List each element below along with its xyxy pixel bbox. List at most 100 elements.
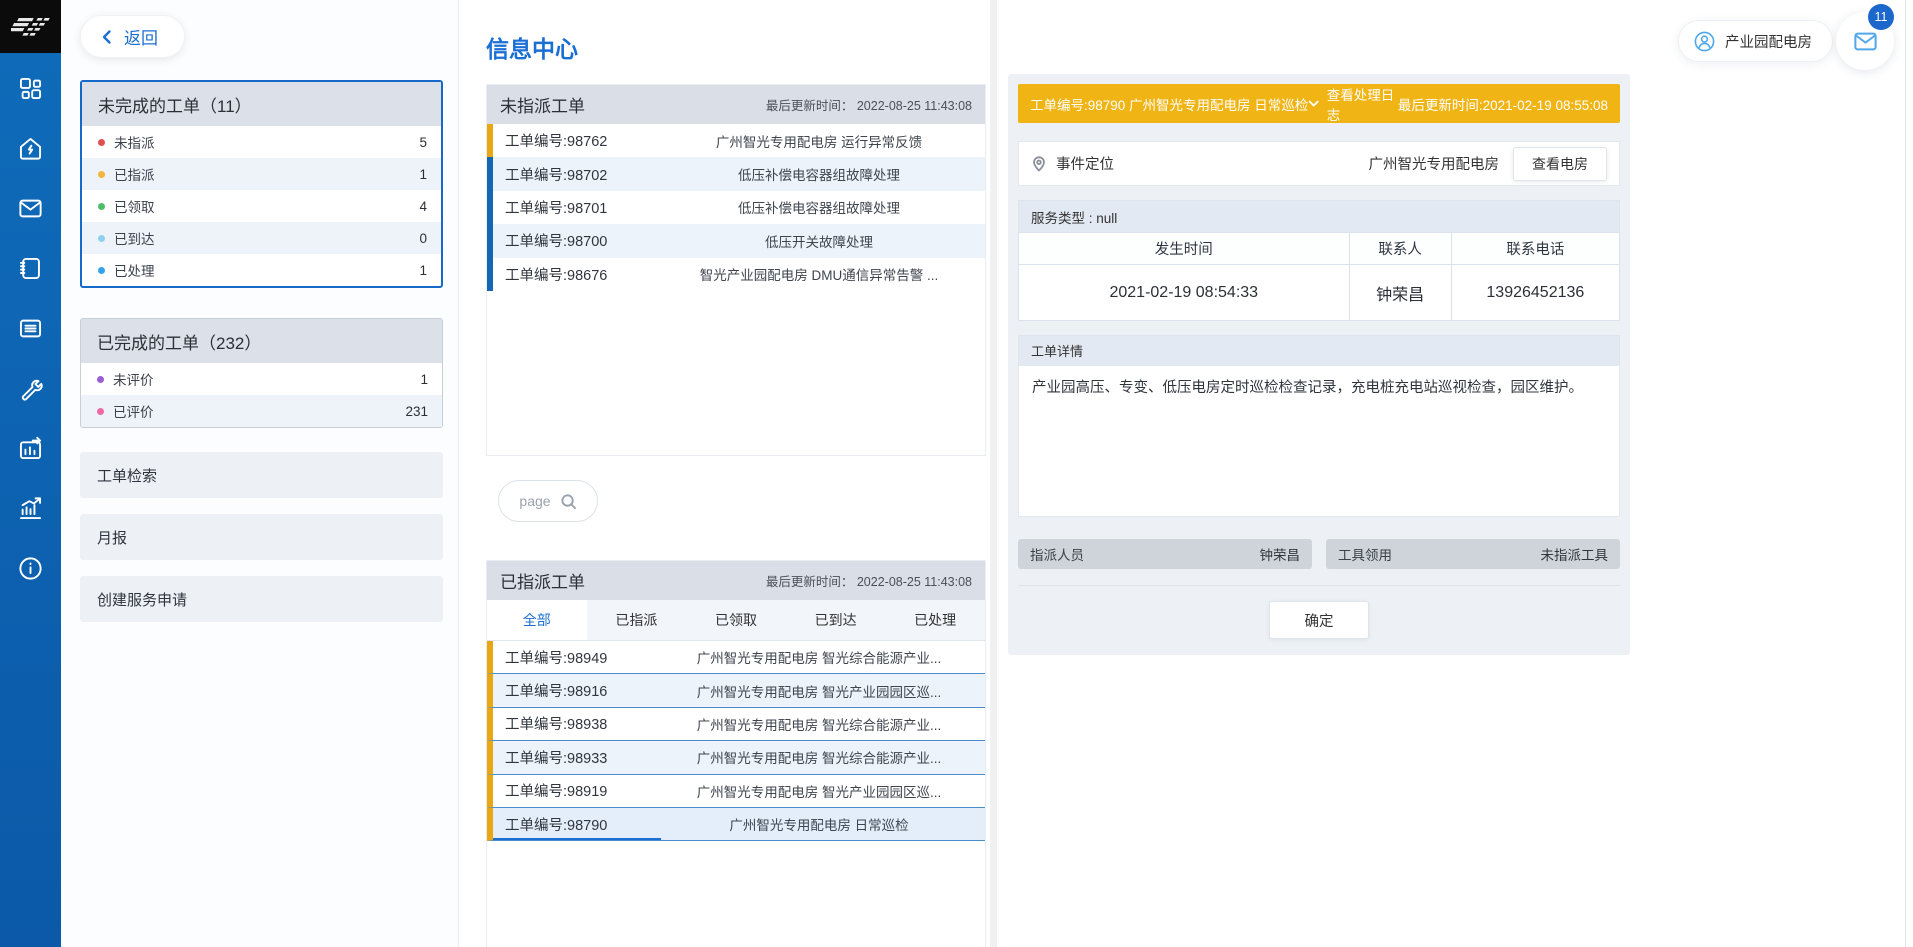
status-dot-red bbox=[98, 139, 105, 146]
col-phone: 联系电话 bbox=[1451, 233, 1619, 265]
mail-icon[interactable] bbox=[17, 195, 44, 222]
back-label: 返回 bbox=[124, 24, 158, 49]
work-order-row[interactable]: 工单编号:98938 广州智光专用配电房 智光综合能源产业... bbox=[487, 708, 985, 741]
status-row-rated[interactable]: 已评价 231 bbox=[81, 395, 442, 427]
work-order-row[interactable]: 工单编号:98933 广州智光专用配电房 智光综合能源产业... bbox=[487, 741, 985, 774]
order-banner-title: 工单编号:98790 广州智光专用配电房 日常巡检 bbox=[1030, 94, 1308, 114]
work-order-row[interactable]: 工单编号:98676 智光产业园配电房 DMU通信异常告警 ... bbox=[487, 258, 985, 291]
work-order-row[interactable]: 工单编号:98949 广州智光专用配电房 智光综合能源产业... bbox=[487, 641, 985, 674]
list-icon[interactable] bbox=[17, 315, 44, 342]
order-search-button[interactable]: 工单检索 bbox=[80, 452, 443, 498]
assigned-orders-panel: 已指派工单 最后更新时间： 2022-08-25 11:43:08 全部 已指派… bbox=[486, 560, 986, 947]
wrench-icon[interactable] bbox=[17, 375, 44, 402]
order-details-content: 产业园高压、专变、低压电房定时巡检检查记录，充电桩充电站巡视检查，园区维护。 bbox=[1018, 365, 1620, 517]
event-location-label: 事件定位 bbox=[1056, 153, 1114, 174]
unfinished-card-title: 未完成的工单（11） bbox=[82, 82, 441, 126]
event-location-value: 广州智光专用配电房 bbox=[1369, 153, 1500, 174]
order-banner-updated: 最后更新时间:2021-02-19 08:55:08 bbox=[1398, 94, 1608, 114]
phone-value: 13926452136 bbox=[1451, 265, 1619, 321]
unfinished-orders-card: 未完成的工单（11） 未指派 5 已指派 1 已领取 4 已到达 0 已处理 1 bbox=[80, 80, 443, 288]
order-banner: 工单编号:98790 广州智光专用配电房 日常巡检 查看处理日志 最后更新时间:… bbox=[1018, 84, 1620, 123]
back-button[interactable]: 返回 bbox=[80, 15, 185, 58]
status-dot-blue bbox=[98, 267, 105, 274]
assigned-tabs: 全部 已指派 已领取 已到达 已处理 bbox=[487, 600, 985, 641]
tab-claimed[interactable]: 已领取 bbox=[686, 600, 786, 640]
order-detail-panel: 工单编号:98790 广州智光专用配电房 日常巡检 查看处理日志 最后更新时间:… bbox=[1008, 74, 1630, 655]
message-center-column: 信息中心 未指派工单 最后更新时间： 2022-08-25 11:43:08 工… bbox=[486, 0, 986, 947]
event-location-row: 事件定位 广州智光专用配电房 查看电房 bbox=[1018, 141, 1620, 186]
scrollbar-track[interactable] bbox=[990, 0, 997, 947]
tab-arrived[interactable]: 已到达 bbox=[786, 600, 886, 640]
work-order-row[interactable]: 工单编号:98919 广州智光专用配电房 智光产业园园区巡... bbox=[487, 775, 985, 808]
event-info-row: 2021-02-19 08:54:33 钟荣昌 13926452136 bbox=[1019, 265, 1620, 321]
service-type-bar: 服务类型 : null bbox=[1018, 200, 1620, 232]
confirm-button[interactable]: 确定 bbox=[1269, 601, 1369, 639]
unassigned-panel-title: 未指派工单 bbox=[500, 92, 585, 117]
finished-card-title: 已完成的工单（232） bbox=[81, 319, 442, 363]
occur-time-value: 2021-02-19 08:54:33 bbox=[1019, 265, 1350, 321]
status-row-processed[interactable]: 已处理 1 bbox=[82, 254, 441, 286]
info-icon[interactable] bbox=[17, 555, 44, 582]
status-row-assigned[interactable]: 已指派 1 bbox=[82, 158, 441, 190]
status-dot-pink bbox=[97, 408, 104, 415]
assigned-panel-updated: 最后更新时间： 2022-08-25 11:43:08 bbox=[766, 571, 972, 590]
notifications: 11 bbox=[1836, 12, 1894, 70]
notebook-icon[interactable] bbox=[17, 255, 44, 282]
search-icon bbox=[560, 493, 577, 510]
status-dot-sky bbox=[98, 235, 105, 242]
assignment-pills: 指派人员 钟荣昌 工具领用 未指派工具 bbox=[1018, 539, 1620, 569]
app-logo bbox=[0, 0, 61, 53]
order-details-label: 工单详情 bbox=[1018, 335, 1620, 365]
chart-report-icon[interactable] bbox=[17, 435, 44, 462]
view-room-button[interactable]: 查看电房 bbox=[1513, 147, 1607, 181]
assignee-pill[interactable]: 指派人员 钟荣昌 bbox=[1018, 539, 1312, 569]
tab-assigned[interactable]: 已指派 bbox=[587, 600, 687, 640]
work-order-row[interactable]: 工单编号:98916 广州智光专用配电房 智光产业园园区巡... bbox=[487, 674, 985, 707]
mail-badge: 11 bbox=[1868, 4, 1894, 30]
status-row-unassigned[interactable]: 未指派 5 bbox=[82, 126, 441, 158]
contact-value: 钟荣昌 bbox=[1349, 265, 1451, 321]
user-name: 产业园配电房 bbox=[1725, 31, 1812, 52]
page-title: 信息中心 bbox=[486, 30, 578, 64]
left-nav-panel: 返回 未完成的工单（11） 未指派 5 已指派 1 已领取 4 已到达 0 已处… bbox=[61, 0, 459, 947]
create-service-request-button[interactable]: 创建服务申请 bbox=[80, 576, 443, 622]
user-account-button[interactable]: 产业园配电房 bbox=[1678, 20, 1833, 62]
sidebar bbox=[0, 0, 61, 947]
monthly-report-button[interactable]: 月报 bbox=[80, 514, 443, 560]
finished-orders-card: 已完成的工单（232） 未评价 1 已评价 231 bbox=[80, 318, 443, 428]
user-icon bbox=[1693, 30, 1716, 53]
apps-icon[interactable] bbox=[17, 75, 44, 102]
status-dot-purple bbox=[97, 376, 104, 383]
work-order-row[interactable]: 工单编号:98701 低压补偿电容器组故障处理 bbox=[487, 191, 985, 224]
status-row-arrived[interactable]: 已到达 0 bbox=[82, 222, 441, 254]
event-info-table: 发生时间 联系人 联系电话 2021-02-19 08:54:33 钟荣昌 13… bbox=[1018, 232, 1620, 321]
col-contact: 联系人 bbox=[1349, 233, 1451, 265]
page-search-button[interactable]: page bbox=[498, 480, 598, 522]
unassigned-panel-updated: 最后更新时间： 2022-08-25 11:43:08 bbox=[766, 95, 972, 114]
status-dot-green bbox=[98, 203, 105, 210]
home-energy-icon[interactable] bbox=[17, 135, 44, 162]
tools-pill[interactable]: 工具领用 未指派工具 bbox=[1326, 539, 1620, 569]
col-occur-time: 发生时间 bbox=[1019, 233, 1350, 265]
work-order-row[interactable]: 工单编号:98762 广州智光专用配电房 运行异常反馈 bbox=[487, 124, 985, 157]
detail-footer: 确定 bbox=[1018, 585, 1620, 639]
brand-logo-icon bbox=[11, 10, 51, 44]
chevron-down-icon bbox=[1308, 97, 1319, 110]
status-row-claimed[interactable]: 已领取 4 bbox=[82, 190, 441, 222]
location-pin-icon bbox=[1031, 156, 1047, 172]
mail-icon bbox=[1852, 28, 1879, 55]
work-order-row[interactable]: 工单编号:98700 低压开关故障处理 bbox=[487, 224, 985, 257]
status-dot-amber bbox=[98, 171, 105, 178]
work-order-row[interactable]: 工单编号:98702 低压补偿电容器组故障处理 bbox=[487, 157, 985, 190]
page-edge-divider bbox=[1905, 0, 1906, 947]
chevron-left-icon bbox=[99, 29, 115, 45]
assigned-panel-header: 已指派工单 最后更新时间： 2022-08-25 11:43:08 bbox=[487, 561, 985, 600]
tab-all[interactable]: 全部 bbox=[487, 600, 587, 640]
view-log-link[interactable]: 查看处理日志 bbox=[1308, 84, 1398, 124]
trend-up-icon[interactable] bbox=[17, 495, 44, 522]
unassigned-orders-panel: 未指派工单 最后更新时间： 2022-08-25 11:43:08 工单编号:9… bbox=[486, 84, 986, 456]
assigned-panel-title: 已指派工单 bbox=[500, 568, 585, 593]
work-order-row-selected[interactable]: 工单编号:98790 广州智光专用配电房 日常巡检 bbox=[487, 808, 985, 841]
tab-processed[interactable]: 已处理 bbox=[885, 600, 985, 640]
status-row-unrated[interactable]: 未评价 1 bbox=[81, 363, 442, 395]
